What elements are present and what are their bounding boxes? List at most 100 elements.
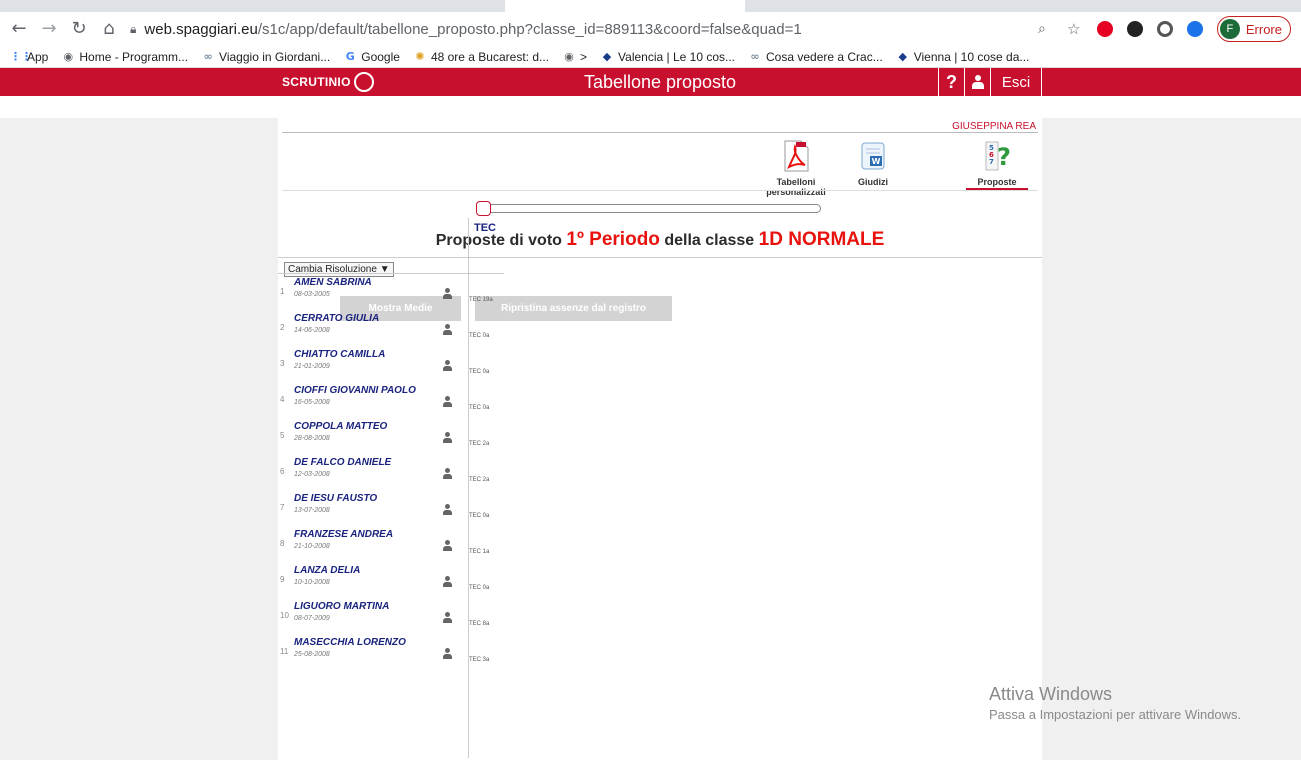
help-button[interactable]: ?: [938, 68, 964, 96]
row-number: 9: [280, 575, 285, 584]
grade-cell[interactable]: TEC 0a: [469, 513, 489, 519]
grade-cell[interactable]: TEC 1a: [469, 549, 489, 555]
svg-text:?: ?: [997, 143, 1011, 171]
student-birthdate: 21-01-2009: [294, 363, 330, 370]
profile-button[interactable]: F Errore: [1216, 16, 1291, 42]
logout-button[interactable]: Esci: [990, 68, 1042, 96]
subject-header[interactable]: TEC: [469, 218, 504, 234]
heading-class: 1D NORMALE: [758, 229, 885, 250]
student-profile-icon[interactable]: [443, 360, 452, 371]
restore-absences-button[interactable]: Ripristina assenze dal registro: [475, 296, 672, 321]
bookmark-item[interactable]: G Google: [344, 50, 400, 64]
grade-cell[interactable]: TEC 2a: [469, 441, 489, 447]
page-title: Tabellone proposto: [583, 71, 737, 92]
grade-cell[interactable]: TEC 19a: [469, 297, 493, 303]
bookmark-label: Home - Programm...: [79, 49, 189, 64]
globe-icon: ◉: [63, 49, 74, 63]
sun-icon: ✺: [415, 49, 425, 63]
student-name[interactable]: MASECCHIA LORENZO: [294, 637, 406, 648]
star-icon[interactable]: ☆: [1065, 20, 1083, 38]
grade-cell[interactable]: TEC 0a: [469, 585, 489, 591]
row-number: 3: [280, 359, 285, 368]
student-name[interactable]: LIGUORO MARTINA: [294, 601, 389, 612]
student-birthdate: 08-03-2005: [294, 291, 330, 298]
scrutinio-logo[interactable]: SCRUTINIO: [278, 72, 374, 92]
user-button[interactable]: [964, 68, 990, 96]
row-number: 10: [280, 611, 289, 620]
home-icon[interactable]: ⌂: [100, 20, 118, 38]
student-birthdate: 10-10-2008: [294, 579, 330, 586]
bookmark-item[interactable]: ◉ >: [563, 50, 587, 64]
custom-boards-button[interactable]: Tabelloni personalizzati: [746, 139, 846, 197]
student-name[interactable]: FRANZESE ANDREA: [294, 529, 393, 540]
student-name[interactable]: LANZA DELIA: [294, 565, 360, 576]
bookmark-item[interactable]: ✺ 48 ore a Bucarest: d...: [414, 50, 549, 64]
bookmark-item[interactable]: ◆ Valencia | Le 10 cos...: [601, 50, 735, 64]
student-profile-icon[interactable]: [443, 468, 452, 479]
back-icon[interactable]: ←: [10, 20, 28, 38]
zoom-icon[interactable]: ⌕: [1033, 20, 1051, 38]
apps-grid-icon: ⋮⋮: [10, 49, 32, 63]
grade-cell[interactable]: TEC 2a: [469, 477, 489, 483]
judgements-button[interactable]: W Giudizi: [850, 139, 896, 187]
student-name[interactable]: CHIATTO CAMILLA: [294, 349, 385, 360]
student-name[interactable]: AMEN SABRINA: [294, 277, 372, 288]
student-row: 4 CIOFFI GIOVANNI PAOLO 16-05-2008 TEC 0a: [278, 383, 504, 419]
student-name[interactable]: CIOFFI GIOVANNI PAOLO: [294, 385, 416, 396]
grade-cell[interactable]: TEC 0a: [469, 405, 489, 411]
student-profile-icon[interactable]: [443, 540, 452, 551]
scroll-slider-handle[interactable]: [476, 201, 491, 216]
student-name[interactable]: CERRATO GIULIA: [294, 313, 379, 324]
student-row: 8 FRANZESE ANDREA 21-10-2008 TEC 1a: [278, 527, 504, 563]
bookmark-item[interactable]: ◉ Home - Programm...: [62, 49, 189, 64]
extension-icon[interactable]: [1156, 21, 1173, 37]
reload-icon[interactable]: ↻: [70, 20, 88, 38]
student-profile-icon[interactable]: [443, 396, 452, 407]
lock-icon[interactable]: 🔒︎: [130, 22, 136, 37]
student-name[interactable]: DE IESU FAUSTO: [294, 493, 377, 504]
student-profile-icon[interactable]: [443, 612, 452, 623]
grade-cell[interactable]: TEC 8a: [469, 621, 489, 627]
address-bar[interactable]: 🔒︎ web.spaggiari.eu/s1c/app/default/tabe…: [130, 16, 1021, 42]
student-profile-icon[interactable]: [443, 432, 452, 443]
bookmark-item[interactable]: ◆ Vienna | 10 cose da...: [897, 50, 1029, 64]
student-name[interactable]: DE FALCO DANIELE: [294, 457, 391, 468]
student-profile-icon[interactable]: [443, 504, 452, 515]
proposals-button[interactable]: 5 6 7 ? Proposte: [968, 139, 1026, 187]
student-profile-icon[interactable]: [443, 576, 452, 587]
grades-question-icon: 5 6 7 ?: [985, 141, 1011, 171]
student-list: 1 AMEN SABRINA 08-03-2005 TEC 19a 2 CERRATO G…: [278, 275, 504, 671]
bookmark-item[interactable]: ∞ Cosa vedere a Crac...: [749, 49, 883, 64]
student-name[interactable]: COPPOLA MATTEO: [294, 421, 387, 432]
student-row: 1 AMEN SABRINA 08-03-2005 TEC 19a: [278, 275, 504, 311]
row-number: 5: [280, 431, 285, 440]
row-number: 2: [280, 323, 285, 332]
grade-cell[interactable]: TEC 3a: [469, 657, 489, 663]
student-profile-icon[interactable]: [443, 324, 452, 335]
grade-cell[interactable]: TEC 0a: [469, 369, 489, 375]
user-icon: [971, 75, 984, 89]
student-birthdate: 14-06-2008: [294, 327, 330, 334]
student-birthdate: 28-08-2008: [294, 435, 330, 442]
student-profile-icon[interactable]: [443, 288, 452, 299]
profile-status: Errore: [1245, 21, 1282, 37]
extension-icon[interactable]: [1126, 21, 1143, 37]
pinterest-extension-icon[interactable]: [1096, 21, 1113, 37]
grade-cell[interactable]: TEC 0a: [469, 333, 489, 339]
bookmark-item[interactable]: ⋮⋮ App: [10, 50, 48, 64]
bookmark-label: Cosa vedere a Crac...: [766, 49, 883, 64]
active-tab[interactable]: [505, 0, 745, 12]
url-text: web.spaggiari.eu/s1c/app/default/tabello…: [144, 21, 801, 38]
proposals-label: Proposte: [977, 177, 1017, 187]
extension-icon[interactable]: [1186, 21, 1203, 37]
row-number: 7: [280, 503, 285, 512]
site-header: SCRUTINIO Tabellone proposto ? Esci: [0, 68, 1301, 96]
bookmark-item[interactable]: ∞ Viaggio in Giordani...: [202, 50, 330, 64]
google-icon: G: [345, 49, 355, 63]
scroll-slider-track[interactable]: [477, 204, 821, 213]
forward-icon[interactable]: →: [40, 20, 58, 38]
student-profile-icon[interactable]: [443, 648, 452, 659]
svg-text:W: W: [872, 157, 881, 166]
student-birthdate: 16-05-2008: [294, 399, 330, 406]
bookmark-label: Google: [361, 49, 400, 64]
